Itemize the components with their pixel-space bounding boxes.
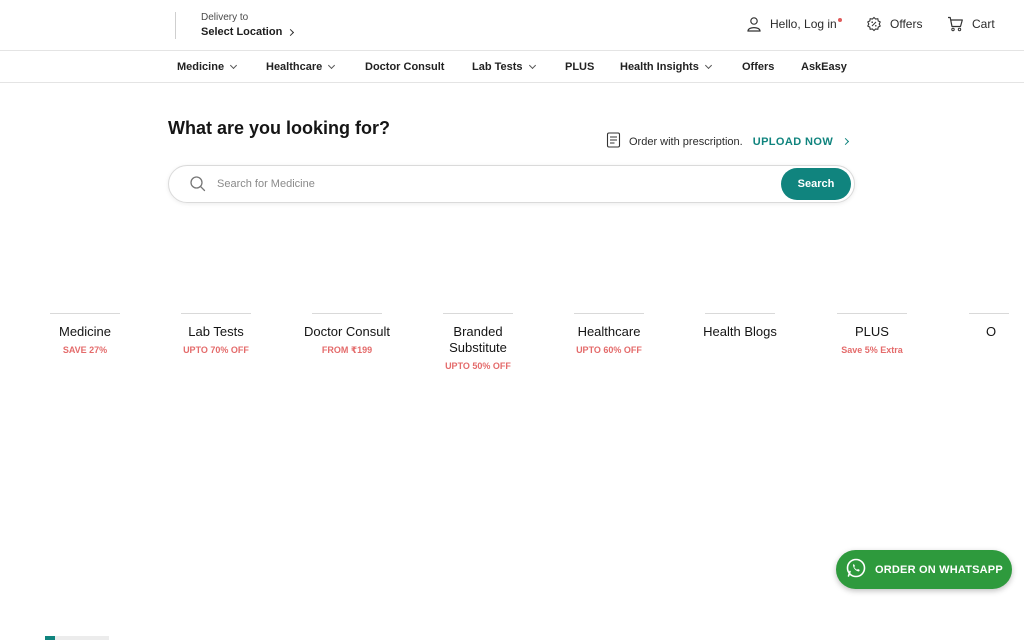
category-image-placeholder — [574, 313, 644, 314]
category-offer: UPTO 70% OFF — [183, 345, 249, 355]
select-location-button[interactable]: Select Location — [201, 24, 295, 40]
category-offer: FROM ₹199 — [321, 345, 373, 355]
login-label: Hello, Log in — [770, 17, 842, 31]
category-name: Health Blogs — [703, 324, 777, 339]
main-nav: Medicine Healthcare Doctor Consult Lab T… — [0, 51, 1024, 83]
location-label: Select Location — [201, 26, 283, 38]
category-offer: UPTO 60% OFF — [576, 345, 642, 355]
nav-item-healthcare[interactable]: Healthcare — [266, 61, 336, 73]
notification-dot — [837, 18, 842, 22]
carousel-progress — [45, 636, 109, 640]
category-image-placeholder — [443, 313, 513, 314]
header-divider — [175, 12, 176, 39]
nav-item-medicine[interactable]: Medicine — [177, 61, 238, 73]
category-name: Doctor Consult — [304, 324, 390, 339]
category-name: PLUS — [855, 324, 889, 339]
nav-label: Health Insights — [620, 61, 699, 73]
search-input[interactable] — [217, 172, 777, 196]
upload-now-label: UPLOAD NOW — [752, 135, 834, 148]
category-image-placeholder — [181, 313, 251, 314]
offers-label: Offers — [890, 17, 923, 31]
delivery-location[interactable]: Delivery to Select Location — [201, 11, 295, 40]
category-medicine[interactable]: Medicine SAVE 27% — [35, 313, 135, 355]
cart-link[interactable]: Cart — [947, 16, 995, 32]
whatsapp-label: ORDER ON WHATSAPP — [875, 563, 1003, 576]
page-title: What are you looking for? — [168, 118, 391, 138]
offers-link[interactable]: Offers — [866, 16, 922, 32]
category-healthcare[interactable]: Healthcare UPTO 60% OFF — [559, 313, 659, 355]
category-name: Branded Substitute — [449, 324, 507, 355]
nav-item-askeasy[interactable]: AskEasy — [801, 61, 847, 73]
nav-label: PLUS — [565, 61, 595, 73]
chevron-down-icon — [528, 61, 536, 70]
login-text: Hello, Log in — [770, 17, 837, 31]
nav-item-offers[interactable]: Offers — [742, 61, 774, 73]
category-name: Healthcare — [577, 324, 641, 339]
category-name: Medicine — [58, 324, 112, 339]
user-icon — [746, 16, 762, 32]
prescription-text: Order with prescription. — [629, 135, 743, 148]
chevron-down-icon — [230, 61, 238, 70]
nav-label: Offers — [742, 61, 775, 73]
nav-item-health-insights[interactable]: Health Insights — [620, 61, 712, 73]
search-icon — [189, 175, 207, 198]
category-health-blogs[interactable]: Health Blogs — [690, 313, 790, 345]
whatsapp-icon — [845, 557, 867, 582]
category-image-placeholder — [837, 313, 907, 314]
category-doctor-consult[interactable]: Doctor Consult FROM ₹199 — [297, 313, 397, 356]
chevron-down-icon — [704, 61, 712, 70]
category-name[interactable]: O — [986, 324, 1024, 340]
nav-item-plus[interactable]: PLUS — [565, 61, 594, 73]
offers-badge-icon — [866, 16, 882, 32]
search-bar: Search — [168, 165, 855, 203]
category-offer: SAVE 27% — [62, 345, 108, 355]
category-lab-tests[interactable]: Lab Tests UPTO 70% OFF — [166, 313, 266, 355]
chevron-right-icon — [287, 28, 295, 36]
nav-label: Lab Tests — [472, 61, 523, 73]
cart-label: Cart — [972, 17, 995, 31]
category-clip: O — [966, 313, 1024, 353]
nav-item-lab-tests[interactable]: Lab Tests — [472, 61, 536, 73]
search-button[interactable]: Search — [781, 168, 851, 200]
category-plus[interactable]: PLUS Save 5% Extra — [822, 313, 922, 355]
nav-label: Healthcare — [266, 61, 323, 73]
nav-label: AskEasy — [801, 61, 847, 73]
chevron-down-icon — [328, 61, 336, 70]
nav-label: Medicine — [177, 61, 225, 73]
nav-item-doctor-consult[interactable]: Doctor Consult — [365, 61, 444, 73]
prescription-icon — [606, 132, 621, 151]
category-offer: Save 5% Extra — [841, 345, 903, 355]
category-image-placeholder — [312, 313, 382, 314]
category-image-placeholder — [705, 313, 775, 314]
delivery-label: Delivery to — [201, 12, 249, 23]
order-on-whatsapp-button[interactable]: ORDER ON WHATSAPP — [836, 550, 1012, 589]
upload-now-link[interactable]: UPLOAD NOW — [752, 135, 850, 148]
category-image-placeholder — [969, 313, 1009, 314]
category-branded-substitute[interactable]: Branded Substitute UPTO 50% OFF — [428, 313, 528, 371]
chevron-right-icon — [842, 137, 850, 146]
category-offer: UPTO 50% OFF — [445, 361, 511, 371]
prescription-upload[interactable]: Order with prescription. UPLOAD NOW — [606, 132, 850, 151]
nav-label: Doctor Consult — [365, 61, 445, 73]
category-image-placeholder — [50, 313, 120, 314]
login-button[interactable]: Hello, Log in — [746, 16, 842, 32]
top-header: Delivery to Select Location Hello, Log i… — [0, 0, 1024, 51]
carousel-progress-fill — [45, 636, 55, 640]
category-name: Lab Tests — [188, 324, 244, 339]
cart-icon — [947, 16, 964, 32]
